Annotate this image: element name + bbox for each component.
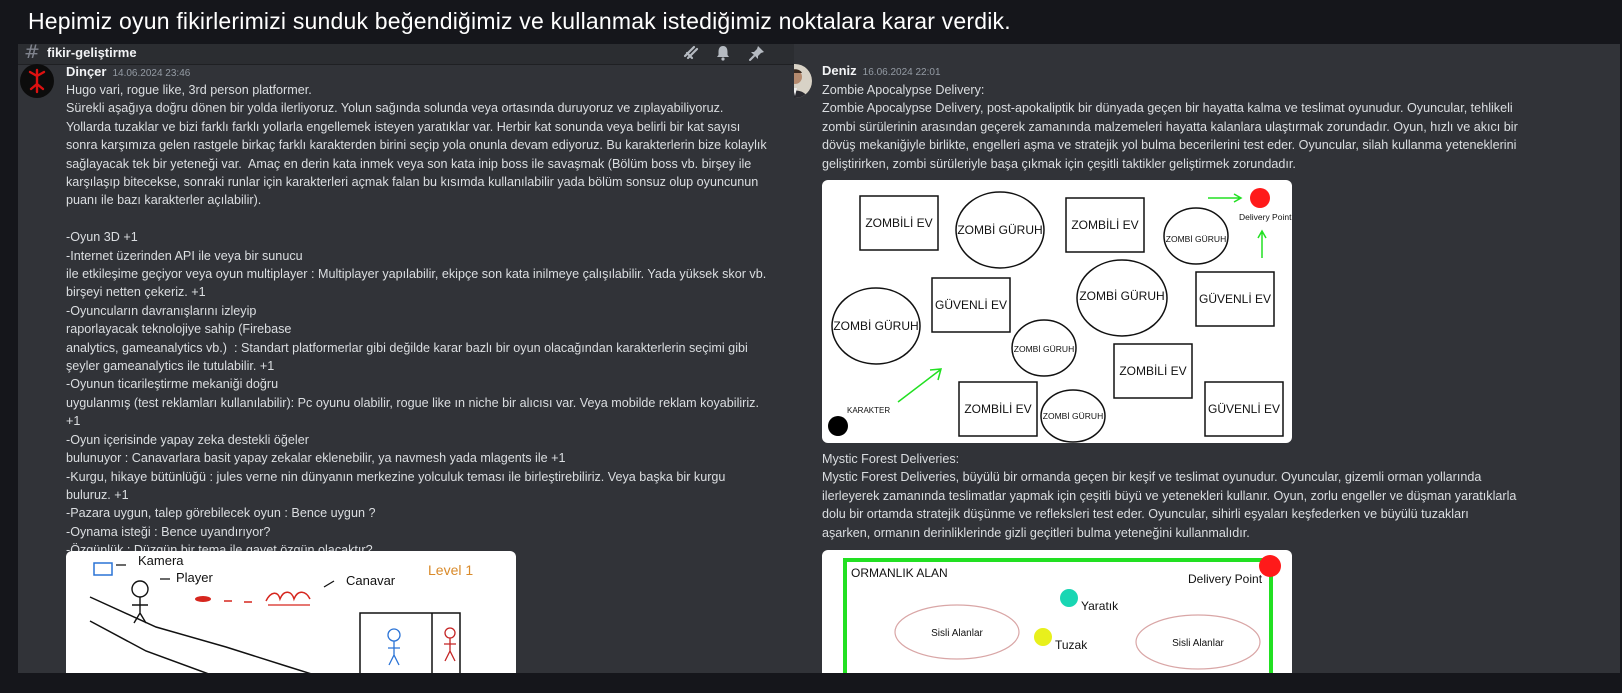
- message-line: analytics, gameanalytics vb.) : Standart…: [66, 340, 748, 355]
- channel-header: # fikir-geliştirme: [18, 44, 794, 65]
- zombie-map-drawing: ZOMBİLİ EV ZOMBİ GÜRUH ZOMBİLİ EV ZOMBİ …: [828, 188, 1292, 443]
- pin-icon[interactable]: [748, 44, 766, 62]
- map-label-zombili-ev: ZOMBİLİ EV: [1071, 218, 1138, 232]
- map2-trap-label: Tuzak: [1055, 638, 1088, 652]
- level-sketch-drawing: Kamera Player Canavar Level 1: [89, 553, 473, 673]
- right-discord-panel: Deniz 16.06.2024 22:01 Zombie Apocalypse …: [794, 44, 1620, 673]
- message-line: uygulanmış (test reklamları kullanılabil…: [66, 395, 759, 410]
- message-line: Mystic Forest Deliveries:: [822, 452, 960, 466]
- zombie-apocalypse-description: Zombie Apocalypse Delivery: Zombie Apocal…: [822, 81, 1612, 173]
- left-discord-panel: # fikir-geliştirme Dinçer 14.06.2024 23:4…: [18, 44, 794, 673]
- message-line: [66, 210, 786, 228]
- sketch-level-label: Level 1: [428, 562, 473, 578]
- message-line: puanı ile bazı karakterler açılabilir).: [66, 193, 262, 208]
- zombie-map-image[interactable]: ZOMBİLİ EV ZOMBİ GÜRUH ZOMBİLİ EV ZOMBİ …: [822, 180, 1292, 443]
- author-name[interactable]: Dinçer: [66, 64, 106, 79]
- map2-area-label: ORMANLIK ALAN: [851, 566, 948, 580]
- map1-delivery-point-label: Delivery Point: [1239, 212, 1292, 222]
- arrow-up-icon: [1257, 229, 1267, 258]
- message-line: birşeyi netten çekeriz. +1: [66, 285, 206, 300]
- message-line: -Oyunun ticarileştirme mekaniği doğru: [66, 377, 279, 392]
- sketch-camera-label: Kamera: [138, 553, 184, 568]
- map-label-guvenli-ev: GÜVENLİ EV: [1208, 402, 1280, 416]
- level-sketch-image[interactable]: Kamera Player Canavar Level 1: [66, 551, 516, 673]
- message-line: Zombie Apocalypse Delivery:: [822, 83, 985, 97]
- message-line: -Oyun içerisinde yapay zeka destekli öğe…: [66, 432, 309, 447]
- message-line: zombi sürülerinin arasından geçerek zama…: [822, 119, 1518, 134]
- slide-title: Hepimiz oyun fikirlerimizi sunduk beğend…: [28, 8, 1011, 34]
- message-line: -Oynama isteği : Bence uyandırıyor?: [66, 524, 271, 539]
- map-label-zombili-ev: ZOMBİLİ EV: [1119, 364, 1186, 378]
- message-line: aşarken, ormanın derinliklerinde gizli g…: [822, 525, 1250, 540]
- message-line: raporlayacak teknolojiye sahip (Firebase: [66, 322, 292, 337]
- message-line: Hugo vari, rogue like, 3rd person platfo…: [66, 83, 312, 97]
- message-line: -Oyun 3D +1: [66, 230, 138, 245]
- message-line: ilerleyerek zamanında teslimatlar yapmak…: [822, 488, 1517, 503]
- forest-map-image[interactable]: ORMANLIK ALAN Delivery Point Yaratık Tuz…: [822, 550, 1292, 673]
- message-line: -Kurgu, hikaye bütünlüğü : jules verne n…: [66, 469, 726, 484]
- message-line: dolu bir ortamda stratejik düşünme ve re…: [822, 507, 1469, 522]
- message-line: sağlayacak tek bir yeteneği var. Amaç en…: [66, 156, 752, 171]
- map-label-guvenli-ev: GÜVENLİ EV: [935, 298, 1007, 312]
- message-line: buluruz. +1: [66, 487, 129, 502]
- message-line: ile etkileşime geçiyor veya oyun multipl…: [66, 267, 767, 282]
- avatar-deniz[interactable]: [794, 64, 812, 98]
- message-line: Zombie Apocalypse Delivery, post-apokali…: [822, 101, 1513, 116]
- delivery-point-marker: [1250, 188, 1270, 208]
- map-label-zombi-guruh: ZOMBİ GÜRUH: [1043, 411, 1103, 421]
- creature-marker: [1060, 589, 1078, 607]
- map-label-zombi-guruh: ZOMBİ GÜRUH: [1014, 344, 1074, 354]
- message-timestamp: 16.06.2024 22:01: [862, 67, 941, 78]
- message-line: +1: [66, 414, 81, 429]
- message-line: Sürekli aşağıya doğru dönen bir yolda il…: [66, 101, 724, 116]
- map2-misty-right-label: Sisli Alanlar: [1172, 638, 1224, 649]
- message-line: şeyler gameanalytics ile tutulabilir. +1: [66, 359, 275, 374]
- message-line: karşılaşıp bitecekse, sonraki runlar içi…: [66, 175, 759, 190]
- map2-delivery-point-label: Delivery Point: [1188, 572, 1263, 586]
- message-line: bulunuyor : Canavarlara basit yapay zeka…: [66, 451, 566, 466]
- message-line: sonra karşımıza gelen rastgele birkaç fa…: [66, 138, 767, 153]
- hash-icon: #: [24, 44, 40, 63]
- message-line: -Internet üzerinden API ile veya bir sun…: [66, 248, 303, 263]
- bell-icon[interactable]: [714, 44, 732, 62]
- forest-map-drawing: ORMANLIK ALAN Delivery Point Yaratık Tuz…: [843, 555, 1281, 673]
- map1-character-label: KARAKTER: [847, 406, 890, 415]
- author-name[interactable]: Deniz: [822, 63, 857, 78]
- berserk-avatar-icon: [20, 64, 54, 98]
- map2-creature-label: Yaratık: [1081, 599, 1119, 613]
- map-label-zombi-guruh: ZOMBİ GÜRUH: [833, 319, 918, 333]
- map-label-zombili-ev: ZOMBİLİ EV: [964, 402, 1031, 416]
- arrow-diagonal-icon: [897, 368, 943, 403]
- message-line: geliştirirken, zombi sürüleriyle başa çı…: [822, 156, 1296, 171]
- message-line: -Oyuncuların davranışlarını izleyip: [66, 303, 257, 318]
- map-label-guvenli-ev: GÜVENLİ EV: [1199, 292, 1271, 306]
- message-author[interactable]: Dinçer 14.06.2024 23:46: [66, 64, 190, 79]
- message-line: -Pazara uygun, talep görebilecek oyun : …: [66, 506, 376, 521]
- sketch-monster-label: Canavar: [346, 573, 396, 588]
- avatar-dincer[interactable]: [20, 64, 54, 98]
- character-marker: [828, 416, 848, 436]
- message-line: Yollarda tuzaklar ve bizi farklı farklı …: [66, 119, 741, 134]
- map2-misty-left-label: Sisli Alanlar: [931, 628, 983, 639]
- map-label-zombili-ev: ZOMBİLİ EV: [865, 216, 932, 230]
- sketch-player-label: Player: [176, 570, 214, 585]
- message-timestamp: 14.06.2024 23:46: [112, 68, 191, 79]
- arrow-right-icon: [1208, 193, 1243, 203]
- map-label-zombi-guruh: ZOMBİ GÜRUH: [1079, 289, 1164, 303]
- person-avatar-icon: [794, 64, 812, 98]
- threads-icon[interactable]: [682, 44, 700, 62]
- channel-name: fikir-geliştirme: [47, 45, 137, 60]
- message-content: Hugo vari, rogue like, 3rd person platfo…: [66, 81, 786, 560]
- message-line: Mystic Forest Deliveries, büyülü bir orm…: [822, 470, 1482, 485]
- message-author[interactable]: Deniz 16.06.2024 22:01: [822, 63, 941, 78]
- message-line: dövüş mekaniğiyle birlikte, engelleri aş…: [822, 138, 1517, 153]
- trap-marker: [1034, 628, 1052, 646]
- map-label-zombi-guruh: ZOMBİ GÜRUH: [1166, 234, 1226, 244]
- map-label-zombi-guruh: ZOMBİ GÜRUH: [957, 223, 1042, 237]
- mystic-forest-description: Mystic Forest Deliveries: Mystic Forest D…: [822, 450, 1612, 542]
- forest-delivery-point-marker: [1259, 555, 1281, 577]
